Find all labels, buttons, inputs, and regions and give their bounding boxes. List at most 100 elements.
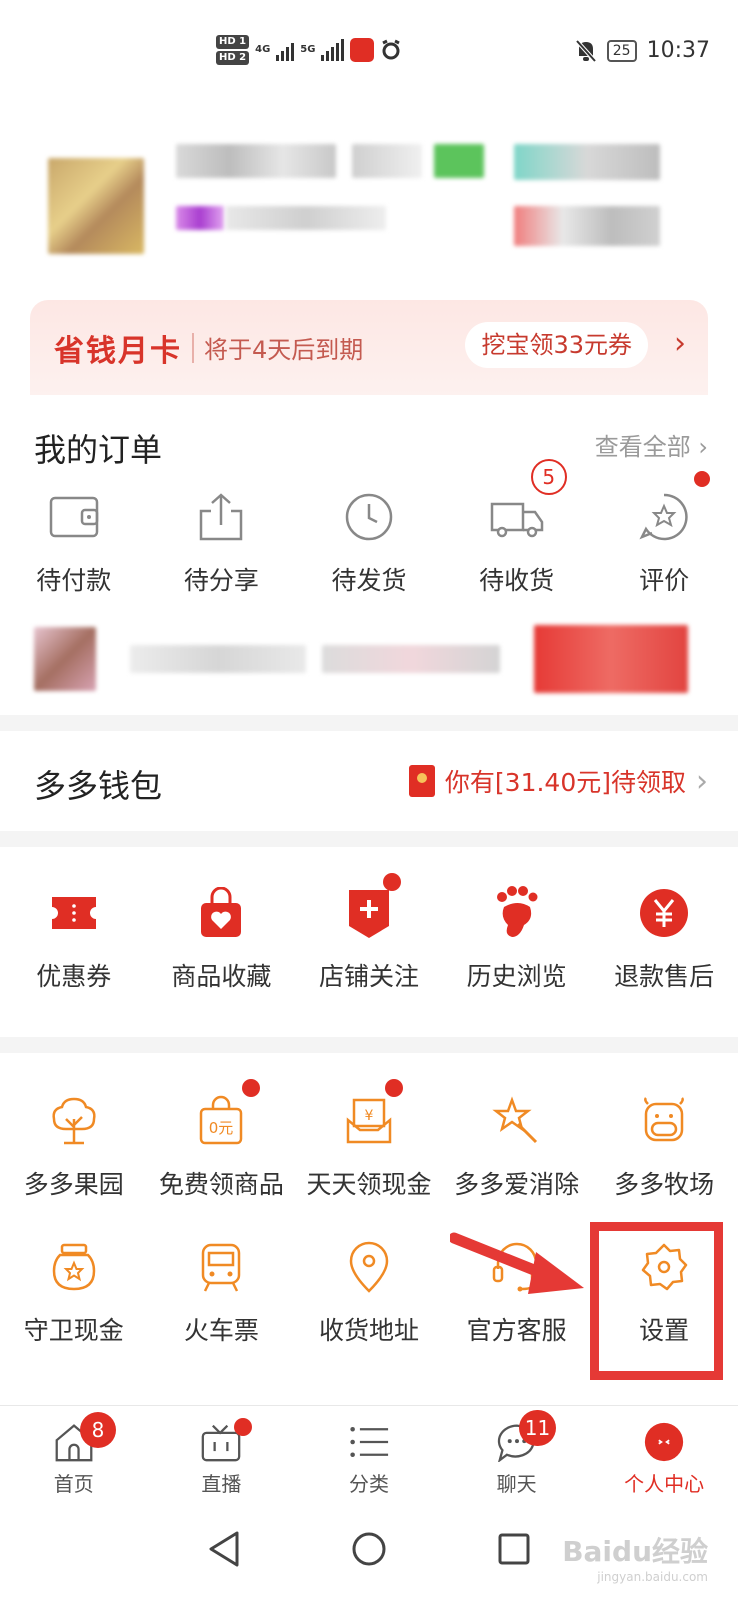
vip-card-expiry: 将于4天后到期 [204,336,364,364]
jar-icon [44,1237,104,1297]
location-icon [339,1237,399,1297]
recents-icon[interactable] [497,1532,531,1566]
alarm-icon [382,39,401,60]
chevron-right-icon: › [696,763,708,799]
home-nav-icon[interactable] [351,1531,387,1567]
order-pending-share[interactable]: 待分享 [148,487,296,597]
signal-2-icon [321,39,345,61]
order-status-row: 待付款 待分享 待发货 待收货 5 评价 [0,459,738,597]
header-action-mosaic-2[interactable] [514,206,660,246]
sim2-label: HD 2 [216,51,250,65]
wallet-title: 多多钱包 [34,767,163,805]
status-left: HD 1 HD 2 4G 5G [216,34,402,66]
dig-treasure-button[interactable]: 挖宝领33元券 [465,322,648,368]
username-mosaic [176,144,336,178]
home-badge: 8 [80,1412,116,1448]
coupon-entry[interactable]: 优惠券 [0,883,148,993]
cow-icon [634,1091,694,1151]
service-guard-cash[interactable]: 守卫现金 [0,1237,148,1347]
service-daily-cash[interactable]: ¥ 天天领现金 [295,1079,443,1201]
order-pending-ship[interactable]: 待发货 [295,487,443,597]
member-badge-mosaic [434,144,484,178]
watermark-url: jingyan.baidu.com [597,1570,708,1584]
service-match-game[interactable]: 多多爱消除 [443,1091,591,1201]
section-gap [0,715,738,731]
cash-icon: ¥ [339,1091,399,1151]
tab-category[interactable]: 分类 [295,1406,443,1497]
bottom-tab-bar: 首页 8 直播 分类 聊天 11 个人中心 [0,1405,738,1497]
train-icon [191,1237,251,1297]
service-orchard[interactable]: 多多果园 [0,1091,148,1201]
tab-label: 直播 [201,1472,242,1496]
network-1-label: 4G [255,44,271,55]
service-label: 多多爱消除 [454,1170,580,1199]
tab-label: 首页 [53,1472,94,1496]
service-label: 天天领现金 [306,1170,432,1199]
service-train-ticket[interactable]: 火车票 [148,1237,296,1347]
chevron-right-icon[interactable]: › [674,326,686,361]
profile-header[interactable] [0,110,738,290]
back-icon[interactable] [207,1530,241,1568]
app-notification-icon [350,38,375,62]
baidu-watermark: Baidu经验 jingyan.baidu.com [562,1530,708,1584]
services-row-1: 多多果园 0元 免费领商品 ¥ 天天领现金 多多爱消除 多多牧场 [0,1079,738,1201]
quick-access-section: 优惠券 商品收藏 店铺关注 历史浏览 退款售后 [0,847,738,1037]
orders-section: 我的订单 查看全部 › 待付款 待分享 待发货 待收货 5 评价 [0,395,738,715]
vip-card-title: 省钱月卡 [54,333,182,369]
tab-profile[interactable]: 个人中心 [590,1406,738,1497]
order-review[interactable]: 评价 [590,471,738,597]
order-status-label: 待付款 [36,566,112,595]
view-all-orders-link[interactable]: 查看全部 › [595,427,708,462]
wallet-promo[interactable]: 你有[31.40元]待领取 › [408,763,708,799]
service-label: 收货地址 [318,1316,419,1345]
service-label: 多多果园 [23,1170,124,1199]
saving-month-card[interactable]: 省钱月卡 将于4天后到期 挖宝领33元券 › [30,300,708,395]
username-mosaic-2 [352,144,422,178]
order-status-label: 待收货 [479,566,555,595]
mute-bell-icon [575,39,597,62]
order-status-label: 待发货 [331,566,407,595]
share-icon [191,487,251,547]
tab-home[interactable]: 首页 8 [0,1406,148,1497]
history-entry[interactable]: 历史浏览 [443,883,591,993]
watermark-brand: Baidu经验 [562,1535,708,1568]
service-label: 多多牧场 [614,1170,715,1199]
order-status-label: 待分享 [183,566,259,595]
tab-label: 分类 [348,1472,389,1496]
tag-mosaic-2 [226,206,386,230]
tab-chat[interactable]: 聊天 11 [443,1406,591,1497]
tab-label: 聊天 [496,1472,537,1496]
wallet-section[interactable]: 多多钱包 你有[31.40元]待领取 › [0,731,738,831]
order-status-label: 评价 [639,566,690,595]
recent-order-action-mosaic[interactable] [534,625,688,693]
service-ranch[interactable]: 多多牧场 [590,1091,738,1201]
section-gap [0,1037,738,1053]
red-envelope-icon [408,765,435,797]
footprint-icon [487,883,547,943]
avatar[interactable] [48,158,144,254]
sim-indicators: HD 1 HD 2 [216,34,250,66]
favorites-entry[interactable]: 商品收藏 [148,883,296,993]
daily-cash-dot [385,1079,404,1097]
sim1-label: HD 1 [216,35,250,49]
recent-order-thumb[interactable] [34,627,96,691]
order-pending-payment[interactable]: 待付款 [0,487,148,597]
service-label: 官方客服 [466,1316,567,1345]
pointer-arrow-annotation [450,1232,584,1294]
quick-label: 历史浏览 [466,962,567,991]
tab-live[interactable]: 直播 [148,1406,296,1497]
followed-stores-entry[interactable]: 店铺关注 [295,873,443,993]
order-pending-receive[interactable]: 待收货 5 [443,459,591,597]
service-free-goods[interactable]: 0元 免费领商品 [148,1079,296,1201]
header-action-mosaic[interactable] [514,144,660,180]
wallet-icon [44,487,104,547]
refund-entry[interactable]: 退款售后 [590,883,738,993]
vip-card-divider [192,332,194,363]
service-address[interactable]: 收货地址 [295,1237,443,1347]
recent-order-text-mosaic-2 [322,645,500,673]
free-goods-dot [241,1079,260,1097]
profile-icon [645,1422,684,1462]
section-gap [0,831,738,847]
review-dot [694,471,711,487]
tree-icon [44,1091,104,1151]
